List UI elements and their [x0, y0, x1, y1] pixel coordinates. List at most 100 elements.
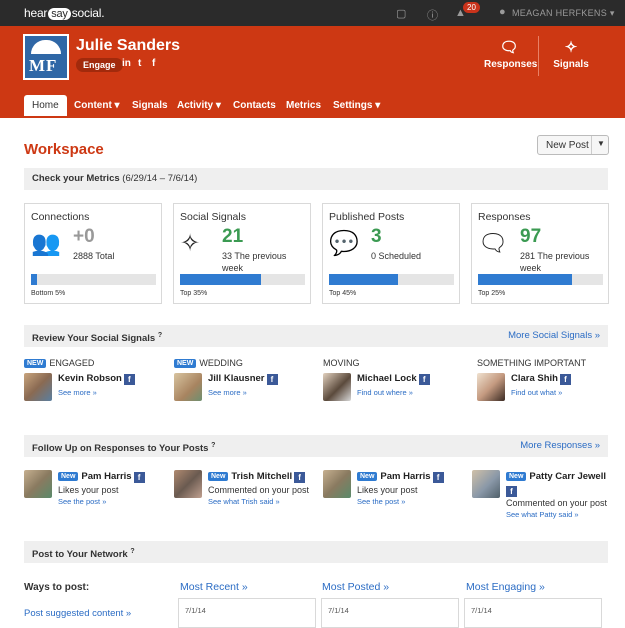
tab-content[interactable]: Content ▾: [66, 95, 128, 116]
response-link[interactable]: See the post »: [357, 497, 405, 506]
contact-photo[interactable]: [174, 373, 202, 401]
metric-card-published-posts[interactable]: Published Posts 💬 3 0 Scheduled Top 45%: [322, 203, 460, 304]
metric-card-connections[interactable]: Connections 👥 +0 2888 Total Bottom 5%: [24, 203, 162, 304]
user-icon: ●: [499, 6, 506, 18]
progress-bar: [329, 274, 454, 285]
most-engaging-link[interactable]: Most Engaging »: [466, 581, 545, 593]
tab-home[interactable]: Home: [24, 95, 67, 116]
tab-activity[interactable]: Activity ▾: [169, 95, 229, 116]
help-icon[interactable]: ?: [211, 442, 215, 449]
metric-card-social-signals[interactable]: Social Signals ✧ 21 33 The previous week…: [173, 203, 311, 304]
response-link[interactable]: See what Patty said »: [506, 510, 579, 519]
new-badge: New: [357, 472, 378, 481]
book-icon[interactable]: ▢: [396, 7, 406, 20]
caret-down-icon[interactable]: ▼: [597, 139, 605, 148]
facebook-icon: f: [432, 472, 444, 483]
contact-name: Patty Carr Jewell: [529, 471, 606, 482]
hearsay-logo[interactable]: hear say social.: [24, 6, 105, 20]
response-item[interactable]: New Pam Harris f Likes your post See the p…: [323, 470, 463, 520]
response-contact[interactable]: New Trish Mitchell f: [208, 471, 306, 483]
content-date: 7/1/14: [185, 606, 206, 615]
response-link[interactable]: See the post »: [58, 497, 106, 506]
signals-button[interactable]: ✧ Signals: [551, 38, 591, 70]
signal-item[interactable]: MOVING Michael Lock f Find out where »: [323, 358, 463, 408]
responses-button[interactable]: 🗨 Responses: [484, 38, 537, 70]
avatar: MF: [23, 34, 69, 80]
more-responses-link[interactable]: More Responses »: [520, 435, 600, 457]
card-value: 21: [222, 226, 244, 247]
content-card[interactable]: 7/1/14: [321, 598, 459, 628]
contact-photo[interactable]: [24, 373, 52, 401]
metric-card-responses[interactable]: Responses 🗨 97 281 The previous week Top…: [471, 203, 609, 304]
card-subtext: 33 The previous week: [222, 251, 287, 273]
content-card[interactable]: 7/1/14: [178, 598, 316, 628]
new-badge: New: [208, 472, 229, 481]
response-item[interactable]: New Pam Harris f Likes your post See the p…: [24, 470, 164, 520]
signal-contact[interactable]: Michael Lock f: [357, 373, 430, 385]
signal-contact[interactable]: Kevin Robson f: [58, 373, 135, 385]
logo-text-pre: hear: [24, 6, 48, 20]
tab-settings[interactable]: Settings ▾: [325, 95, 388, 116]
contact-name: Kevin Robson: [58, 373, 122, 384]
engage-badge[interactable]: Engage: [76, 58, 123, 72]
logo-text-say: say: [48, 8, 71, 20]
tab-contacts[interactable]: Contacts: [225, 95, 284, 116]
twitter-icon[interactable]: t: [138, 58, 141, 69]
new-post-button[interactable]: New Post ▼: [537, 135, 609, 155]
signal-link[interactable]: Find out what »: [511, 388, 562, 397]
mf-logo: MF: [25, 36, 67, 78]
progress-bar: [478, 274, 603, 285]
response-contact[interactable]: New Patty Carr Jewell: [506, 471, 606, 482]
facebook-icon: f: [418, 374, 430, 385]
most-posted-link[interactable]: Most Posted »: [322, 581, 389, 593]
linkedin-icon[interactable]: in: [122, 58, 131, 69]
contact-photo[interactable]: [174, 470, 202, 498]
response-contact[interactable]: New Pam Harris f: [357, 471, 444, 483]
signal-link[interactable]: See more »: [208, 388, 247, 397]
help-icon[interactable]: ?: [130, 548, 134, 555]
signal-link[interactable]: Find out where »: [357, 388, 413, 397]
contact-photo[interactable]: [24, 470, 52, 498]
signal-contact[interactable]: Jill Klausner f: [208, 373, 278, 385]
post-suggested-content-link[interactable]: Post suggested content »: [24, 608, 131, 619]
response-link[interactable]: See what Trish said »: [208, 497, 280, 506]
card-subtext: 2888 Total: [73, 251, 115, 261]
contact-photo[interactable]: [472, 470, 500, 498]
signal-item[interactable]: New ENGAGED Kevin Robson f See more »: [24, 358, 164, 408]
contact-name: Trish Mitchell: [231, 471, 293, 482]
signal-contact[interactable]: Clara Shih f: [511, 373, 571, 385]
signal-item[interactable]: SOMETHING IMPORTANT Clara Shih f Find out…: [477, 358, 617, 408]
facebook-icon: f: [294, 472, 306, 483]
signal-item[interactable]: New WEDDING Jill Klausner f See more »: [174, 358, 314, 408]
response-contact[interactable]: New Pam Harris f: [58, 471, 145, 483]
page-title: Workspace: [24, 141, 104, 158]
help-icon[interactable]: ?: [158, 332, 162, 339]
contact-name: Pam Harris: [380, 471, 431, 482]
response-item[interactable]: New Trish Mitchell f Commented on your pos…: [174, 470, 314, 520]
contact-name: Jill Klausner: [208, 373, 265, 384]
contact-photo[interactable]: [477, 373, 505, 401]
signal-link[interactable]: See more »: [58, 388, 97, 397]
facebook-icon[interactable]: f: [152, 58, 155, 69]
most-recent-link[interactable]: Most Recent »: [180, 581, 248, 593]
card-subtext: 281 The previous week: [520, 251, 590, 273]
notification-count-badge[interactable]: 20: [463, 2, 480, 13]
chevron-down-icon: ▾: [609, 8, 615, 18]
progress-fill: [31, 274, 38, 285]
content-card[interactable]: 7/1/14: [464, 598, 602, 628]
card-rank: Top 45%: [329, 290, 357, 297]
user-name: MEAGAN HERFKENS: [512, 8, 608, 18]
tab-signals[interactable]: Signals: [124, 95, 176, 116]
contact-photo[interactable]: [323, 373, 351, 401]
more-social-signals-link[interactable]: More Social Signals »: [508, 325, 600, 347]
speech-bubbles-icon: 🗨: [499, 39, 519, 56]
progress-fill: [180, 274, 262, 285]
card-title: Social Signals: [180, 211, 246, 223]
response-item[interactable]: New Patty Carr Jewell f Commented on your…: [472, 470, 622, 520]
umbrella-icon: [31, 40, 61, 54]
tab-metrics[interactable]: Metrics: [278, 95, 329, 116]
contact-photo[interactable]: [323, 470, 351, 498]
info-icon[interactable]: ⓘ: [427, 7, 438, 23]
signals-heading: Review Your Social Signals: [32, 333, 156, 345]
user-menu[interactable]: MEAGAN HERFKENS ▾: [512, 8, 615, 19]
